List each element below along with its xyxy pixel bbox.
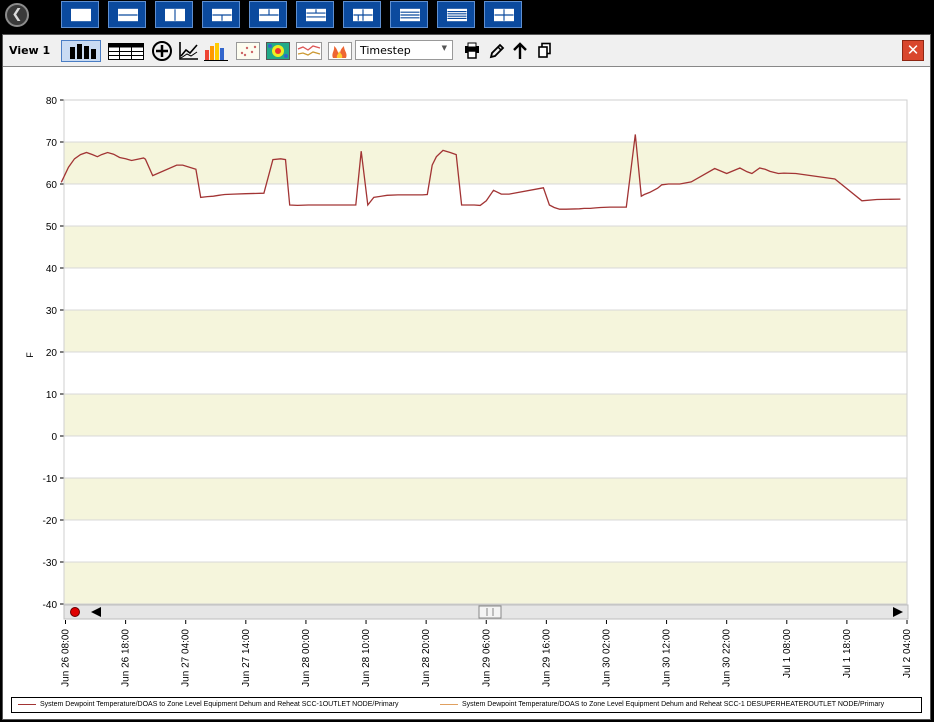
layout-four-rows-icon bbox=[400, 8, 420, 22]
close-icon: ✕ bbox=[906, 41, 920, 59]
layout-two-by-two-icon bbox=[494, 8, 514, 22]
y-tick-label: 0 bbox=[51, 432, 57, 443]
table-view-button[interactable] bbox=[107, 40, 145, 62]
timestep-select-value: Timestep bbox=[360, 44, 411, 57]
record-icon[interactable] bbox=[70, 607, 80, 617]
view-title: View 1 bbox=[9, 44, 51, 57]
arrow-up-icon[interactable] bbox=[511, 40, 529, 62]
layout-single-button[interactable] bbox=[61, 1, 99, 28]
x-tick-label: Jun 30 22:00 bbox=[722, 629, 733, 687]
line-compare-icon[interactable] bbox=[295, 40, 323, 62]
chevron-left-icon: ❮ bbox=[11, 7, 23, 22]
x-tick-label: Jun 27 04:00 bbox=[181, 629, 192, 687]
y-tick-label: 40 bbox=[46, 264, 58, 275]
layout-five-rows-button[interactable] bbox=[437, 1, 475, 28]
layout-two-by-two-split-icon bbox=[353, 8, 373, 22]
x-tick-label: Jul 1 08:00 bbox=[782, 629, 793, 678]
legend-label: System Dewpoint Temperature/DOAS to Zone… bbox=[462, 701, 885, 708]
layout-four-rows-button[interactable] bbox=[390, 1, 428, 28]
legend-swatch bbox=[18, 703, 36, 705]
layout-two-columns-icon bbox=[165, 8, 185, 22]
legend-swatch bbox=[440, 703, 458, 705]
layout-three-rows-split-button[interactable] bbox=[296, 1, 334, 28]
plot-band bbox=[64, 100, 907, 142]
x-tick-label: Jun 28 20:00 bbox=[421, 629, 432, 687]
plot-band bbox=[64, 226, 907, 268]
add-icon[interactable] bbox=[151, 40, 173, 62]
y-tick-label: -40 bbox=[43, 600, 58, 611]
plot-band bbox=[64, 352, 907, 394]
legend: System Dewpoint Temperature/DOAS to Zone… bbox=[11, 697, 922, 713]
plot-band bbox=[64, 310, 907, 352]
layout-two-top-one-bottom-button[interactable] bbox=[249, 1, 287, 28]
timestep-select[interactable]: Timestep ▼ bbox=[355, 40, 453, 60]
plot-band bbox=[64, 520, 907, 562]
x-tick-label: Jun 28 00:00 bbox=[301, 629, 312, 687]
layout-two-by-two-split-button[interactable] bbox=[343, 1, 381, 28]
y-tick-label: 70 bbox=[46, 138, 58, 149]
x-tick-label: Jun 29 06:00 bbox=[481, 629, 492, 687]
layout-five-rows-icon bbox=[447, 8, 467, 22]
plot-band bbox=[64, 394, 907, 436]
layout-one-top-two-bottom-icon bbox=[212, 8, 232, 22]
view-toolbar: View 1 Timestep ▼ ✕ bbox=[3, 35, 930, 67]
plot-band bbox=[64, 142, 907, 184]
back-button[interactable]: ❮ bbox=[5, 3, 29, 27]
layout-two-columns-button[interactable] bbox=[155, 1, 193, 28]
scatter-icon[interactable] bbox=[235, 40, 261, 62]
layout-one-top-two-bottom-button[interactable] bbox=[202, 1, 240, 28]
layout-two-by-two-button[interactable] bbox=[484, 1, 522, 28]
color-bar-icon[interactable] bbox=[203, 40, 229, 62]
layout-two-top-one-bottom-icon bbox=[259, 8, 279, 22]
layout-three-rows-split-icon bbox=[306, 8, 326, 22]
legend-item: System Dewpoint Temperature/DOAS to Zone… bbox=[18, 701, 398, 708]
legend-label: System Dewpoint Temperature/DOAS to Zone… bbox=[40, 701, 399, 708]
pencil-icon[interactable] bbox=[487, 40, 505, 62]
x-tick-label: Jun 30 12:00 bbox=[662, 629, 673, 687]
y-tick-label: -20 bbox=[43, 516, 58, 527]
chart: 80 70 60 50 40 30 20 10 0 -10 -20 -30 -40 F Jun 26 08:… bbox=[25, 96, 913, 687]
y-tick-label: -30 bbox=[43, 558, 58, 569]
printer-icon[interactable] bbox=[463, 40, 481, 62]
plot-band bbox=[64, 184, 907, 226]
dropdown-arrow-icon: ▼ bbox=[441, 44, 447, 52]
x-tick-label: Jul 1 18:00 bbox=[842, 629, 853, 678]
view-panel: View 1 Timestep ▼ ✕ 80 70 60 50 40 30 20… bbox=[2, 34, 931, 720]
x-tick-label: Jun 28 10:00 bbox=[361, 629, 372, 687]
layout-two-rows-icon bbox=[118, 8, 138, 22]
y-tick-label: 50 bbox=[46, 222, 58, 233]
plot-band bbox=[64, 478, 907, 520]
x-tick-label: Jun 26 08:00 bbox=[61, 629, 72, 687]
copy-icon[interactable] bbox=[536, 40, 554, 62]
close-button[interactable]: ✕ bbox=[902, 40, 924, 61]
legend-item: System Dewpoint Temperature/DOAS to Zone… bbox=[440, 701, 884, 708]
scrollbar-thumb[interactable] bbox=[478, 605, 502, 619]
x-tick-label: Jun 27 14:00 bbox=[241, 629, 252, 687]
layout-toolbar: ❮ bbox=[0, 0, 934, 33]
y-tick-label: 10 bbox=[46, 390, 58, 401]
line-plot-icon[interactable] bbox=[177, 40, 199, 62]
plot-band bbox=[64, 436, 907, 478]
layout-two-rows-button[interactable] bbox=[108, 1, 146, 28]
bar-chart-icon bbox=[70, 44, 96, 59]
layout-single-icon bbox=[71, 8, 91, 22]
y-tick-label: 30 bbox=[46, 306, 58, 317]
x-tick-label: Jun 29 16:00 bbox=[541, 629, 552, 687]
x-tick-label: Jun 30 02:00 bbox=[601, 629, 612, 687]
plot-band bbox=[64, 562, 907, 604]
y-axis-label: F bbox=[25, 352, 35, 358]
fire-icon[interactable] bbox=[327, 40, 353, 62]
y-tick-label: 60 bbox=[46, 180, 58, 191]
table-icon bbox=[108, 43, 144, 60]
y-tick-label: 80 bbox=[46, 96, 58, 107]
x-tick-label: Jun 26 18:00 bbox=[121, 629, 132, 687]
y-tick-label: -10 bbox=[43, 474, 58, 485]
y-tick-label: 20 bbox=[46, 348, 58, 359]
plot-band bbox=[64, 268, 907, 310]
chart-view-button[interactable] bbox=[61, 40, 101, 62]
x-tick-label: Jul 2 04:00 bbox=[902, 629, 913, 678]
heatmap-icon[interactable] bbox=[265, 40, 291, 62]
